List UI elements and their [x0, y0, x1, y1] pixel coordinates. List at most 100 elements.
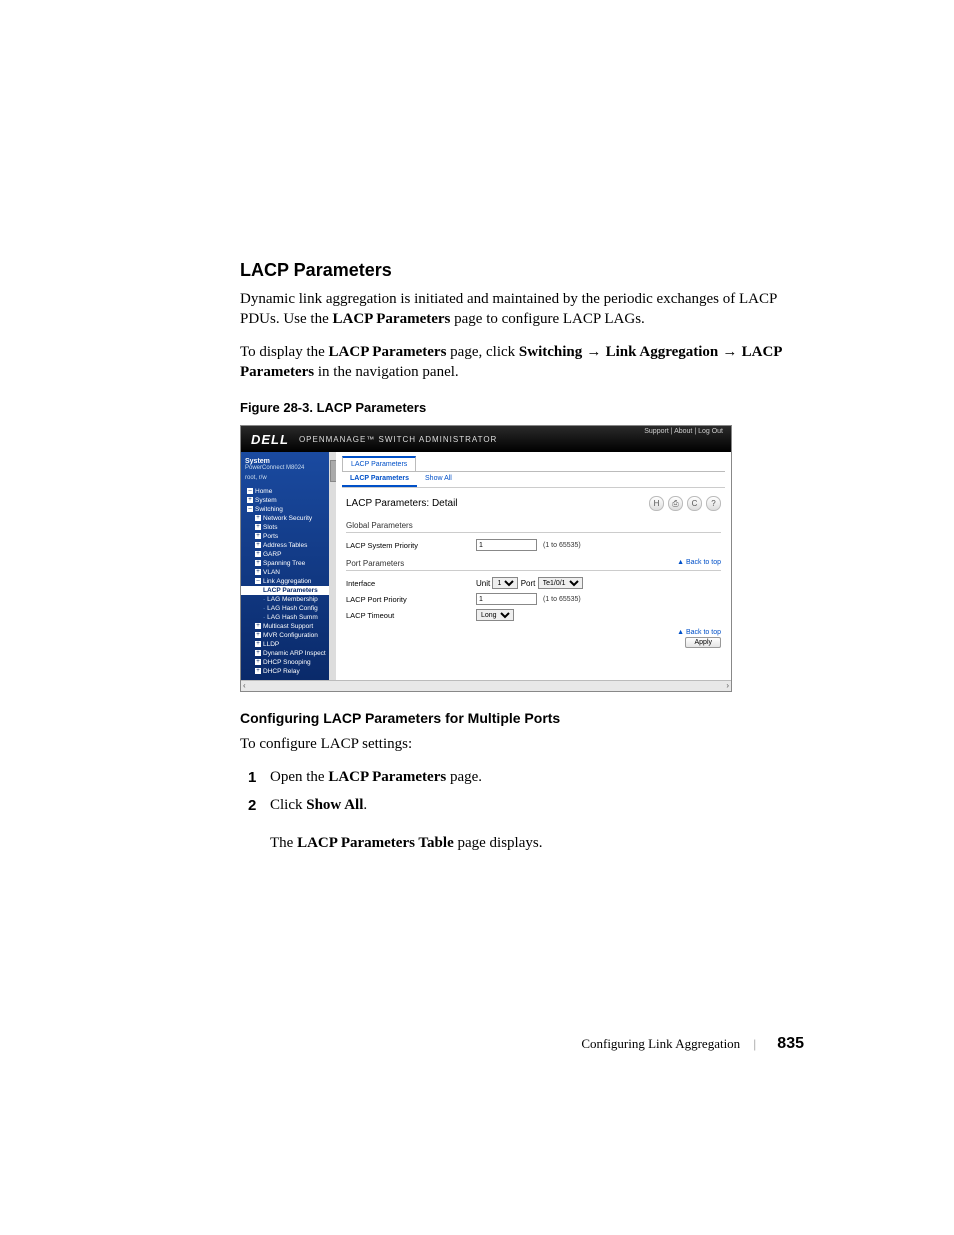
s1-c: page. [446, 769, 482, 785]
nav-label: Slots [263, 524, 277, 531]
back-to-top-link[interactable]: ▲ Back to top [677, 559, 721, 566]
nav-label: System [255, 497, 277, 504]
nav-dhcps[interactable]: +DHCP Snooping [241, 658, 336, 667]
s2-a: Click [270, 797, 306, 813]
nav-label: Network Security [263, 515, 312, 522]
s2c-c: page displays. [454, 835, 543, 851]
nav-mcast[interactable]: +Multicast Support [241, 622, 336, 631]
nav-switching[interactable]: –Switching [241, 505, 336, 514]
apply-button[interactable]: Apply [685, 637, 721, 648]
nav-label: LAG Hash Summ [267, 614, 318, 621]
help-icon[interactable]: ? [706, 496, 721, 511]
subtab-lacp-parameters[interactable]: LACP Parameters [342, 472, 417, 487]
nav-linkagg[interactable]: –Link Aggregation [241, 577, 336, 586]
label-port-priority: LACP Port Priority [346, 595, 476, 604]
nav-stp[interactable]: +Spanning Tree [241, 559, 336, 568]
subtab-show-all[interactable]: Show All [417, 472, 460, 487]
nav-scrollbar[interactable] [329, 452, 336, 680]
page-footer: Configuring Link Aggregation | 835 [240, 1035, 804, 1053]
input-port-priority[interactable] [476, 593, 537, 605]
back-to-top-link[interactable]: ▲ Back to top [677, 629, 721, 636]
arrow-icon: → [718, 343, 741, 360]
app-header: DELL OPENMANAGE™ SWITCH ADMINISTRATOR Su… [241, 426, 731, 452]
nav-label: VLAN [263, 569, 280, 576]
nav-addr[interactable]: +Address Tables [241, 541, 336, 550]
s2c-b: LACP Parameters Table [297, 835, 454, 851]
nav-netsec[interactable]: +Network Security [241, 514, 336, 523]
nav-label: Ports [263, 533, 278, 540]
p2-e: Link Aggregation [606, 344, 719, 360]
p2-g: in the navigation panel. [314, 364, 459, 380]
s1-a: Open the [270, 769, 328, 785]
expand-icon[interactable]: + [255, 524, 261, 530]
nav-user: root, r/w [241, 475, 336, 485]
s2c-a: The [270, 835, 297, 851]
select-timeout[interactable]: Long [476, 609, 514, 621]
step-2-continuation: The LACP Parameters Table page displays. [270, 832, 804, 855]
tab-lacp-parameters[interactable]: LACP Parameters [342, 456, 416, 471]
arrow-icon: → [582, 343, 605, 360]
nav-label: GARP [263, 551, 281, 558]
page-number: 835 [777, 1035, 804, 1052]
p1-text-c: page to configure LACP LAGs. [450, 311, 644, 327]
refresh-icon[interactable]: C [687, 496, 702, 511]
collapse-icon[interactable]: – [247, 488, 253, 494]
nav-mvr[interactable]: +MVR Configuration [241, 631, 336, 640]
nav-system[interactable]: +System [241, 496, 336, 505]
label-system-priority: LACP System Priority [346, 541, 476, 550]
nav-label: Spanning Tree [263, 560, 305, 567]
nav-label: LAG Membership [267, 596, 318, 603]
horizontal-scrollbar[interactable] [241, 680, 731, 691]
input-system-priority[interactable] [476, 539, 537, 551]
nav-label: LLDP [263, 641, 279, 648]
print-icon[interactable]: ⎙ [668, 496, 683, 511]
expand-icon[interactable]: + [247, 497, 253, 503]
nav-lagmem[interactable]: ·LAG Membership [241, 595, 336, 604]
hint-range: (1 to 65535) [543, 542, 581, 549]
nav-dhcpr[interactable]: +DHCP Relay [241, 667, 336, 676]
save-icon[interactable]: H [649, 496, 664, 511]
header-links[interactable]: Support | About | Log Out [644, 428, 723, 435]
expand-icon[interactable]: + [255, 533, 261, 539]
nav-laghash[interactable]: ·LAG Hash Config [241, 604, 336, 613]
expand-icon[interactable]: + [255, 659, 261, 665]
expand-icon[interactable]: + [255, 650, 261, 656]
collapse-icon[interactable]: – [247, 506, 253, 512]
intro-2: To configure LACP settings: [240, 734, 804, 754]
collapse-icon[interactable]: – [255, 578, 261, 584]
nav-lldp[interactable]: +LLDP [241, 640, 336, 649]
nav-home[interactable]: –Home [241, 487, 336, 496]
dell-logo: DELL [241, 432, 299, 447]
nav-tree[interactable]: System PowerConnect M8024 root, r/w –Hom… [241, 452, 336, 680]
nav-system-label: System [241, 456, 336, 465]
footer-section: Configuring Link Aggregation [581, 1036, 740, 1051]
nav-slots[interactable]: +Slots [241, 523, 336, 532]
nav-laghashsum[interactable]: ·LAG Hash Summ [241, 613, 336, 622]
figure-caption: Figure 28-3. LACP Parameters [240, 400, 804, 415]
expand-icon[interactable]: + [255, 641, 261, 647]
select-unit[interactable]: 1 [492, 577, 518, 589]
select-port[interactable]: Te1/0/1 [538, 577, 583, 589]
group-label: Port Parameters [346, 559, 404, 568]
nav-lacp[interactable]: LACP Parameters [241, 586, 336, 595]
nav-label: Address Tables [263, 542, 307, 549]
label-unit: Unit [476, 579, 490, 588]
expand-icon[interactable]: + [255, 623, 261, 629]
nav-garp[interactable]: +GARP [241, 550, 336, 559]
expand-icon[interactable]: + [255, 632, 261, 638]
expand-icon[interactable]: + [255, 569, 261, 575]
expand-icon[interactable]: + [255, 551, 261, 557]
nav-darp[interactable]: +Dynamic ARP Inspect [241, 649, 336, 658]
group-global-parameters: Global Parameters [346, 521, 721, 533]
nav-ports[interactable]: +Ports [241, 532, 336, 541]
app-title: OPENMANAGE™ SWITCH ADMINISTRATOR [299, 435, 497, 444]
row-timeout: LACP Timeout Long [346, 607, 721, 623]
expand-icon[interactable]: + [255, 515, 261, 521]
expand-icon[interactable]: + [255, 668, 261, 674]
s2-c: . [363, 797, 367, 813]
nav-vlan[interactable]: +VLAN [241, 568, 336, 577]
nav-label: Multicast Support [263, 623, 313, 630]
nav-label: DHCP Relay [263, 668, 300, 675]
expand-icon[interactable]: + [255, 542, 261, 548]
expand-icon[interactable]: + [255, 560, 261, 566]
